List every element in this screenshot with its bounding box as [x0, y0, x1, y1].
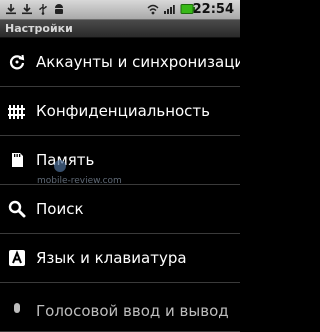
sd-card-icon	[12, 153, 23, 167]
signal-icon	[164, 5, 175, 14]
voice-icon	[14, 303, 20, 313]
status-time: 22:54	[192, 2, 234, 17]
privacy-icon	[8, 105, 25, 119]
android-icon	[55, 4, 63, 14]
settings-item-accounts-sync[interactable]: Аккаунты и синхронизация	[0, 38, 240, 87]
usb-icon	[39, 4, 47, 15]
settings-item-label: Язык и клавиатура	[36, 249, 187, 267]
sync-icon	[9, 54, 25, 70]
settings-item-label: Конфиденциальность	[36, 102, 211, 120]
keyboard-icon	[9, 250, 25, 266]
download-icon	[6, 4, 16, 15]
settings-item-search[interactable]: Поиск	[0, 185, 240, 234]
status-bar: 22:54	[0, 0, 240, 20]
settings-item-language-keyboard[interactable]: Язык и клавиатура	[0, 234, 240, 283]
settings-item-label: Поиск	[36, 200, 84, 218]
settings-item-privacy[interactable]: Конфиденциальность	[0, 87, 240, 136]
wifi-icon	[147, 4, 159, 15]
watermark-text: mobile-review.com	[37, 176, 122, 186]
download-icon	[22, 4, 32, 15]
page-title: Настройки	[5, 22, 73, 35]
settings-item-label: Голосовой ввод и вывод	[36, 302, 229, 320]
title-bar: Настройки	[0, 20, 240, 38]
settings-item-voice-io[interactable]: Голосовой ввод и вывод	[0, 283, 240, 332]
settings-item-label: Аккаунты и синхронизация	[36, 53, 240, 71]
watermark-logo	[54, 160, 66, 172]
search-icon	[8, 200, 26, 218]
